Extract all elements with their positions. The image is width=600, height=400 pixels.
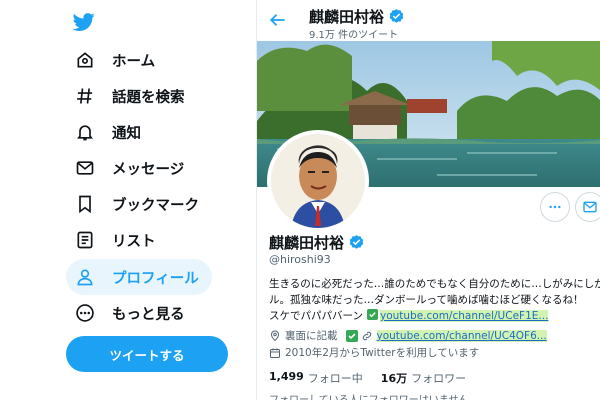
tweet-count: 9.1万 件のツイート — [309, 30, 399, 41]
sidebar-item-label: プロフィール — [112, 270, 199, 287]
mail-icon — [74, 157, 96, 179]
sidebar: ホーム 話題を検索 通知 メッセージ ブックマーク リスト プロフィール もっと… — [0, 0, 256, 400]
profile-column: 麒麟田村裕 9.1万 件のツイート 麒麟田村裕 @hiroshi93 生きるのに… — [256, 0, 600, 400]
bell-icon — [74, 121, 96, 143]
profile-avatar[interactable] — [267, 130, 369, 232]
sidebar-item-notifications[interactable]: 通知 — [66, 114, 151, 150]
profile-name: 麒麟田村裕 — [269, 234, 345, 252]
profile-joined-date: 2010年2月からTwitterを利用しています — [285, 347, 480, 359]
profile-bio: 生きるのに必死だった…誰のためでもなく自分のために…しがみにしがみつ ル。孤独な… — [269, 276, 600, 324]
sidebar-item-profile[interactable]: プロフィール — [66, 259, 212, 295]
sidebar-item-label: ホーム — [112, 53, 156, 70]
bio-line: ル。孤独な味だった…ダンボールって噛めば噛むほど硬くなるね！ — [269, 294, 584, 306]
twitter-bird-icon[interactable] — [72, 11, 96, 33]
more-icon — [74, 302, 96, 324]
more-options-button[interactable] — [540, 192, 570, 222]
bookmark-icon — [74, 193, 96, 215]
link-icon — [362, 331, 371, 340]
green-check-icon — [366, 309, 378, 320]
sidebar-item-bookmarks[interactable]: ブックマーク — [66, 186, 209, 222]
followers-label[interactable]: フォロワー — [411, 370, 466, 386]
verified-badge-icon — [348, 234, 365, 251]
more-horizontal-icon — [549, 205, 561, 209]
profile-joined-row: 2010年2月からTwitterを利用しています — [269, 345, 479, 360]
sidebar-item-label: リスト — [112, 233, 156, 250]
list-icon — [74, 229, 96, 251]
bio-line: 生きるのに必死だった…誰のためでもなく自分のために…しがみにしがみつ — [269, 278, 600, 290]
bio-text: スケでパパパバーン — [269, 310, 363, 322]
profile-location: 裏面に記載 — [285, 330, 338, 342]
sidebar-item-label: 通知 — [112, 125, 141, 142]
bio-youtube-link[interactable]: youtube.com/channel/UCeF1E... — [379, 310, 549, 322]
following-label[interactable]: フォロー中 — [308, 370, 363, 386]
profile-website-link[interactable]: youtube.com/channel/UC4OF6... — [376, 329, 547, 342]
location-pin-icon — [270, 330, 280, 341]
followers-you-know-note: フォローしている人にフォロワーはいません — [269, 391, 468, 400]
sidebar-item-home[interactable]: ホーム — [66, 42, 165, 78]
bio-line-with-link: スケでパパパバーン youtube.com/channel/UCeF1E... — [269, 308, 600, 324]
calendar-icon — [270, 348, 280, 358]
user-icon — [74, 266, 96, 288]
sidebar-item-messages[interactable]: メッセージ — [66, 150, 194, 186]
sidebar-item-lists[interactable]: リスト — [66, 222, 166, 258]
verified-badge-icon — [388, 8, 405, 25]
sidebar-item-label: メッセージ — [112, 161, 185, 178]
hashtag-icon — [74, 85, 96, 107]
followers-count[interactable]: 16万 — [381, 370, 407, 386]
sidebar-item-label: 話題を検索 — [112, 89, 185, 106]
profile-meta-row: 裏面に記載 youtube.com/channel/UC4OF6... — [269, 328, 547, 343]
message-button[interactable] — [575, 192, 600, 222]
sidebar-item-more[interactable]: もっと見る — [66, 295, 195, 331]
home-icon — [74, 49, 96, 71]
sidebar-item-explore[interactable]: 話題を検索 — [66, 78, 195, 114]
profile-header-bar: 麒麟田村裕 9.1万 件のツイート — [257, 0, 600, 41]
mail-icon — [583, 201, 597, 213]
back-arrow-icon[interactable] — [269, 11, 287, 29]
green-check-icon — [345, 330, 358, 342]
sidebar-item-label: ブックマーク — [112, 197, 199, 214]
header-name-row: 麒麟田村裕 — [309, 6, 405, 27]
header-name: 麒麟田村裕 — [309, 8, 385, 26]
tweet-button[interactable]: ツイートする — [66, 336, 228, 372]
profile-handle: @hiroshi93 — [269, 253, 331, 266]
sidebar-item-label: もっと見る — [112, 306, 185, 323]
profile-name-row: 麒麟田村裕 — [269, 232, 365, 253]
follow-stats: 1,499 フォロー中 16万 フォロワー — [269, 370, 484, 386]
following-count[interactable]: 1,499 — [269, 370, 304, 386]
